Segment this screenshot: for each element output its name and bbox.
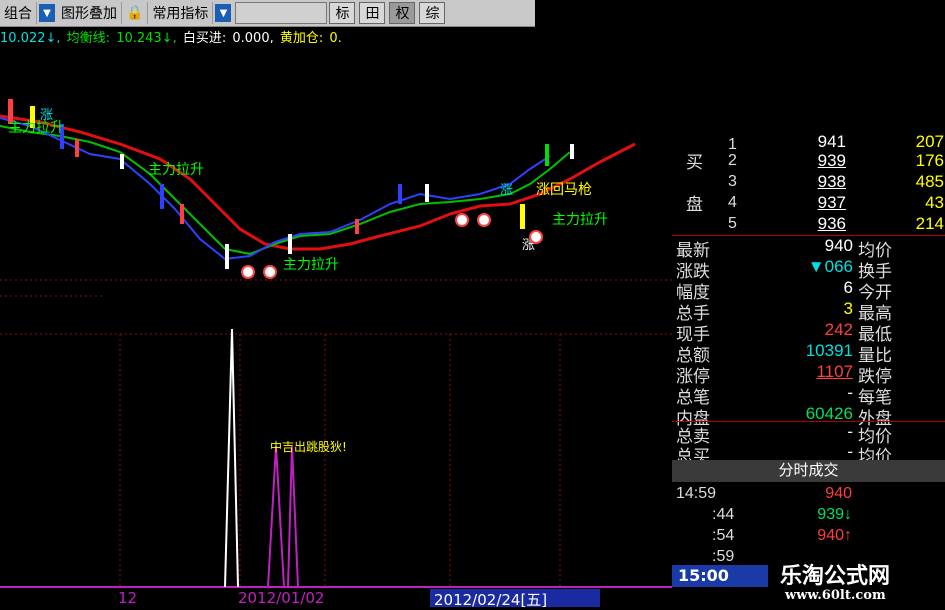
ma-value: 10.022↓, [0,31,61,43]
buy-level-num: 4 [728,194,737,211]
quote-value: - [847,422,853,441]
buy-level-vol: 207 [915,132,944,151]
candles [8,99,574,269]
buy-level-vol: 214 [915,214,944,233]
buy-level-price: 936 [817,214,846,233]
tick-row: :44 939↓ [672,506,945,526]
combo-label: 组合 [4,6,32,22]
buyin-value: 0.000, [232,31,274,43]
quote-value: 1107 [816,362,853,381]
tick-row: 14:59 940 [672,485,945,505]
quote-row: 最新 940 均价 [672,236,945,260]
indicator-info-line: 10.022↓, 均衡线: 10.243↓, 白买进: 0.000, 黄加仓: … [0,27,535,43]
indicator-note: 中吉出跳股狄! [270,439,347,454]
quote-row: 涨停 1107 跌停 [672,362,945,386]
quote-row: 总额 10391 量比 [672,341,945,365]
tick-time: :59 [712,548,735,565]
brand-name: 乐淘公式网 [780,564,891,589]
balance-value: 10.243↓, [116,31,177,43]
quote-value: 242 [824,320,853,339]
tick-trades-header[interactable]: 分时成交 [672,460,945,482]
buy-level-num: 3 [728,173,737,190]
buy-side-label-2: 盘 [686,195,703,214]
tick-price: 940 [825,485,852,502]
buy-level-price: 937 [817,193,846,212]
signal-label-2: 主力拉升 [148,162,204,178]
date-label-2: 2012/01/02 [238,589,325,607]
quote-row: 总手 3 最高 [672,299,945,323]
quote-value: 3 [843,299,853,318]
tick-time: 14:59 [676,485,717,502]
quote-row: 总卖 - 均价 [672,422,945,446]
ma-blue-line [0,117,551,261]
quote-row: 涨跌 ▼066 换手 [672,257,945,281]
balance-label: 均衡线: [66,31,111,43]
signal-label-5: 涨回马枪 [536,181,592,198]
cursor-date-label: 2012/02/24[五] [430,589,600,609]
tick-row: :54 940↑ [672,527,945,547]
combo-button[interactable]: 综 [419,2,446,24]
signal-label-3: 主力拉升 [283,257,339,273]
trading-clock: 15:00 [672,565,768,587]
signal-label-1: 主力拉升 [8,120,64,136]
buy-level-vol: 176 [915,151,944,170]
signal-label-4: 主力拉升 [552,212,608,228]
quote-row: 幅度 6 今开 [672,278,945,302]
quote-value: 10391 [805,341,853,360]
rise-marker-1: 涨 [40,108,53,123]
tick-time: :54 [712,527,735,544]
tick-price: 940↑ [817,527,852,544]
quote-value: - [847,383,853,402]
indicator-dropdown-icon[interactable]: ▼ [215,4,232,22]
overlay-menu[interactable]: 图形叠加 [57,2,122,24]
kline-chart[interactable]: 主力拉升 主力拉升 主力拉升 主力拉升 涨回马枪 涨 涨 涨 中吉出跳股狄! [0,44,672,609]
indicator-label: 常用指标 [152,6,209,22]
grid-button[interactable]: 田 [359,2,386,24]
combo-menu[interactable]: 组合 [0,2,37,24]
tick-time: :44 [712,506,735,523]
indicator-purple-spikes [267,445,299,588]
buy-level-vol: 43 [925,193,944,212]
indicator-menu[interactable]: 常用指标 [148,2,214,24]
buyin-label: 白买进: [182,31,227,43]
indicator-input[interactable] [235,2,328,24]
quote-value: 6 [843,278,853,297]
buy-side-label-1: 买 [686,153,703,172]
quote-panel: 买 盘 1 941 207 2 939 176 3 938 485 4 937 … [672,132,945,609]
rise-marker-2: 涨 [500,183,513,198]
quote-value: ▼066 [807,257,853,276]
buy-level-num: 5 [728,215,737,232]
rights-button[interactable]: 权 [389,2,416,24]
buy-level-price: 941 [817,132,846,151]
quote-value: - [847,442,853,461]
buy-level-price: 939 [817,151,846,170]
buy-level-vol: 485 [915,172,944,191]
buy-level-price: 938 [817,172,846,191]
quote-row: 现手 242 最低 [672,320,945,344]
toolbar: 组合 ▼ 图形叠加 🔒 常用指标 ▼ 标 田 权 综 [0,0,535,27]
add-value: 0. [329,31,342,43]
overlay-label: 图形叠加 [61,6,117,22]
date-label-1: 12 [118,589,138,607]
lock-icon[interactable]: 🔒 [122,2,149,24]
add-label: 黄加仓: [279,31,324,43]
chart-grid [0,279,672,589]
quote-value: 940 [824,236,853,255]
tick-price: 939↓ [817,506,852,523]
quote-row: 总笔 - 每笔 [672,383,945,407]
combo-dropdown-icon[interactable]: ▼ [39,4,55,22]
buy-level-num: 2 [728,152,737,169]
brand-url: www.60lt.com [785,588,886,603]
indicator-white-spike [224,328,239,588]
ma-green-line [0,125,571,256]
mark-button[interactable]: 标 [329,2,356,24]
